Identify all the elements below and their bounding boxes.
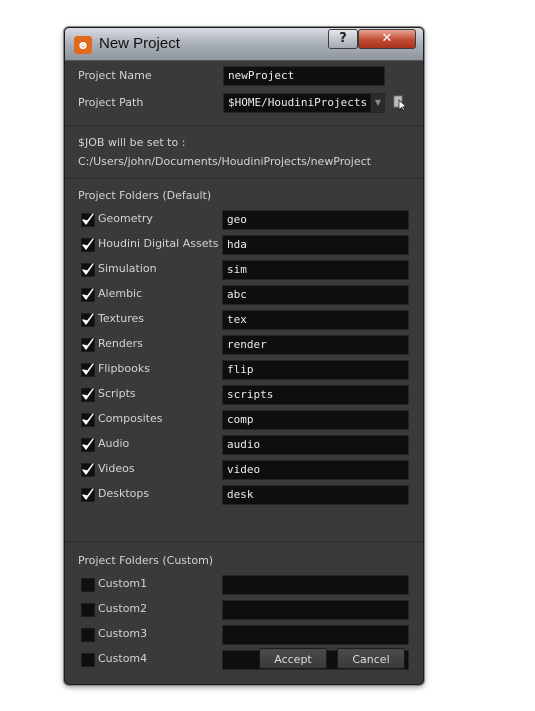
folder-path-input[interactable]: tex xyxy=(222,310,409,330)
checkmark-icon xyxy=(82,463,94,475)
folder-checkbox[interactable] xyxy=(81,578,95,592)
checkmark-icon xyxy=(82,388,94,400)
folder-label: Textures xyxy=(98,312,144,325)
folder-path-input[interactable] xyxy=(222,600,409,620)
folder-path-input[interactable]: geo xyxy=(222,210,409,230)
folder-checkbox[interactable] xyxy=(81,653,95,667)
separator xyxy=(65,125,423,126)
checkmark-icon xyxy=(82,338,94,350)
default-folders-heading: Project Folders (Default) xyxy=(78,189,212,202)
folder-checkbox[interactable] xyxy=(81,388,95,402)
window-title: New Project xyxy=(99,35,180,52)
folder-checkbox[interactable] xyxy=(81,263,95,277)
folder-label: Houdini Digital Assets xyxy=(98,237,219,250)
folder-checkbox[interactable] xyxy=(81,313,95,327)
folder-label: Audio xyxy=(98,437,130,450)
checkmark-icon xyxy=(82,213,94,225)
checkmark-icon xyxy=(82,363,94,375)
checkmark-icon xyxy=(82,288,94,300)
folder-checkbox[interactable] xyxy=(81,213,95,227)
folder-label: Simulation xyxy=(98,262,157,275)
checkmark-icon xyxy=(82,238,94,250)
folder-label: Videos xyxy=(98,462,135,475)
title-bar[interactable]: ꙩ New Project ? ✕ xyxy=(65,28,423,61)
checkmark-icon xyxy=(82,313,94,325)
folder-checkbox[interactable] xyxy=(81,238,95,252)
folder-path-input[interactable]: hda xyxy=(222,235,409,255)
folder-path-input[interactable]: comp xyxy=(222,410,409,430)
folder-path-input[interactable]: flip xyxy=(222,360,409,380)
folder-checkbox[interactable] xyxy=(81,463,95,477)
job-label: $JOB will be set to : xyxy=(78,136,186,149)
chevron-down-icon[interactable]: ▼ xyxy=(370,94,385,112)
folder-path-input[interactable]: abc xyxy=(222,285,409,305)
folder-label: Custom3 xyxy=(98,627,148,640)
folder-checkbox[interactable] xyxy=(81,413,95,427)
folder-checkbox[interactable] xyxy=(81,603,95,617)
folder-path-input[interactable] xyxy=(222,575,409,595)
separator xyxy=(65,178,423,179)
folder-label: Composites xyxy=(98,412,163,425)
folder-label: Scripts xyxy=(98,387,136,400)
project-name-label: Project Name xyxy=(78,69,152,82)
file-browse-icon[interactable] xyxy=(393,95,407,111)
folder-checkbox[interactable] xyxy=(81,438,95,452)
project-path-input[interactable]: $HOME/HoudiniProjects xyxy=(223,93,385,113)
folder-label: Custom2 xyxy=(98,602,148,615)
folder-path-input[interactable]: audio xyxy=(222,435,409,455)
folder-label: Alembic xyxy=(98,287,143,300)
folder-path-input[interactable]: scripts xyxy=(222,385,409,405)
checkmark-icon xyxy=(82,488,94,500)
dialog-content: Project Name newProject Project Path $HO… xyxy=(65,61,423,684)
folder-label: Flipbooks xyxy=(98,362,150,375)
checkmark-icon xyxy=(82,438,94,450)
folder-checkbox[interactable] xyxy=(81,363,95,377)
folder-label: Desktops xyxy=(98,487,150,500)
folder-path-input[interactable]: desk xyxy=(222,485,409,505)
job-path-value: C:/Users/john/Documents/HoudiniProjects/… xyxy=(78,155,371,168)
folder-checkbox[interactable] xyxy=(81,338,95,352)
project-path-label: Project Path xyxy=(78,96,144,109)
folder-path-input[interactable]: video xyxy=(222,460,409,480)
close-button[interactable]: ✕ xyxy=(358,29,416,49)
folder-path-input[interactable]: render xyxy=(222,335,409,355)
folder-path-input[interactable]: sim xyxy=(222,260,409,280)
help-button[interactable]: ? xyxy=(328,29,358,49)
folder-label: Geometry xyxy=(98,212,153,225)
folder-label: Renders xyxy=(98,337,143,350)
houdini-logo-icon: ꙩ xyxy=(74,36,92,54)
folder-checkbox[interactable] xyxy=(81,488,95,502)
project-name-input[interactable]: newProject xyxy=(223,66,385,86)
checkmark-icon xyxy=(82,413,94,425)
folder-path-input[interactable] xyxy=(222,625,409,645)
folder-label: Custom1 xyxy=(98,577,148,590)
custom-folders-heading: Project Folders (Custom) xyxy=(78,554,214,567)
cancel-button[interactable]: Cancel xyxy=(337,648,405,669)
folder-checkbox[interactable] xyxy=(81,288,95,302)
accept-button[interactable]: Accept xyxy=(259,648,327,669)
checkmark-icon xyxy=(82,263,94,275)
new-project-dialog: ꙩ New Project ? ✕ Project Name newProjec… xyxy=(64,27,424,685)
separator xyxy=(65,541,423,542)
folder-checkbox[interactable] xyxy=(81,628,95,642)
folder-label: Custom4 xyxy=(98,652,148,665)
